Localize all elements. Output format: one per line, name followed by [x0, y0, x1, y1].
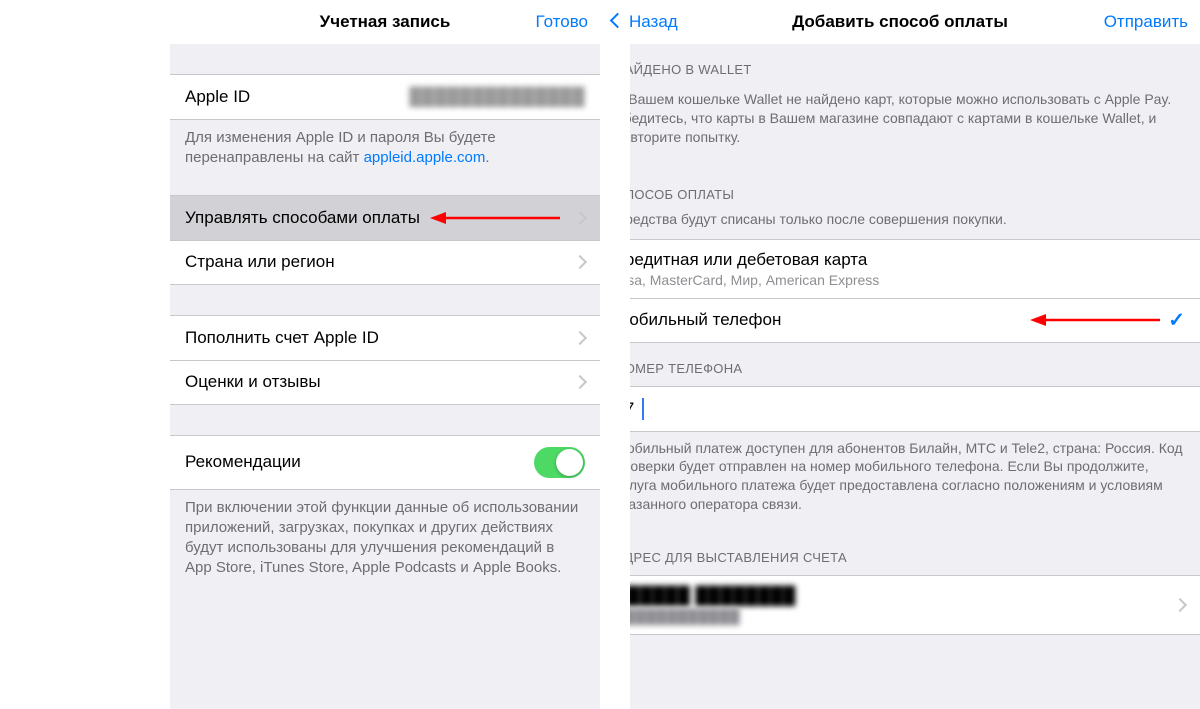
nav-back-button[interactable]: Назад [612, 12, 678, 32]
wallet-header: НАЙДЕНО В WALLET [600, 44, 1200, 83]
card-option-cell[interactable]: Кредитная или дебетовая карта Visa, Mast… [600, 240, 1200, 298]
ratings-reviews-label: Оценки и отзывы [185, 372, 321, 392]
method-header: СПОСОБ ОПЛАТЫ [600, 169, 1200, 208]
phone-input[interactable] [644, 399, 1185, 419]
wallet-body: В Вашем кошельке Wallet не найдено карт,… [600, 83, 1200, 147]
phone-input-cell[interactable]: +7 [600, 387, 1200, 431]
card-option-label: Кредитная или дебетовая карта [615, 250, 1185, 270]
phone-footer: Мобильный платеж доступен для абонентов … [600, 432, 1200, 515]
annotation-arrow-icon [430, 210, 560, 226]
nav-bar: Назад Добавить способ оплаты Отправить [600, 0, 1200, 44]
chevron-right-icon [575, 377, 585, 387]
chevron-left-icon [612, 12, 627, 32]
annotation-arrow-icon [1030, 312, 1160, 328]
add-payment-screen: Назад Добавить способ оплаты Отправить Н… [600, 0, 1200, 709]
mobile-option-label: Мобильный телефон [615, 310, 781, 330]
screenshots-gap [600, 0, 630, 709]
country-region-label: Страна или регион [185, 252, 335, 272]
manage-payments-cell[interactable]: Управлять способами оплаты [170, 196, 600, 240]
recommendations-toggle[interactable] [534, 447, 585, 478]
recommendations-label: Рекомендации [185, 452, 301, 472]
apple-id-value: ██████████████ [409, 87, 585, 107]
account-screen: Учетная запись Готово Apple ID █████████… [0, 0, 600, 709]
country-region-cell[interactable]: Страна или регион [170, 240, 600, 284]
add-funds-cell[interactable]: Пополнить счет Apple ID [170, 316, 600, 360]
apple-id-label: Apple ID [185, 87, 250, 107]
mobile-option-cell[interactable]: Мобильный телефон ✓ [600, 298, 1200, 342]
recommendations-footer: При включении этой функции данные об исп… [170, 490, 600, 599]
checkmark-icon: ✓ [1168, 308, 1185, 333]
nav-bar: Учетная запись Готово [170, 0, 600, 44]
manage-payments-label: Управлять способами оплаты [185, 208, 420, 228]
card-option-sublabel: Visa, MasterCard, Мир, American Express [615, 272, 1185, 288]
billing-line2: ████████████ [615, 608, 1185, 624]
chevron-right-icon [575, 213, 585, 223]
phone-header: НОМЕР ТЕЛЕФОНА [600, 343, 1200, 382]
apple-id-link[interactable]: appleid.apple.com [364, 149, 486, 166]
ratings-reviews-cell[interactable]: Оценки и отзывы [170, 360, 600, 404]
recommendations-cell: Рекомендации [170, 436, 600, 489]
billing-header: АДРЕС ДЛЯ ВЫСТАВЛЕНИЯ СЧЕТА [600, 532, 1200, 571]
billing-line1: ██████ ████████ [615, 586, 1185, 606]
chevron-right-icon [575, 257, 585, 267]
add-funds-label: Пополнить счет Apple ID [185, 328, 379, 348]
chevron-right-icon [575, 333, 585, 343]
method-subheader: Средства будут списаны только после сове… [600, 208, 1200, 229]
apple-id-cell[interactable]: Apple ID ██████████████ [170, 75, 600, 119]
account-scroll[interactable]: Apple ID ██████████████ Для изменения Ap… [170, 44, 600, 709]
payment-scroll[interactable]: НАЙДЕНО В WALLET В Вашем кошельке Wallet… [600, 44, 1200, 709]
apple-id-footer: Для изменения Apple ID и пароля Вы будет… [170, 120, 600, 169]
nav-done-button[interactable]: Готово [536, 12, 589, 32]
chevron-right-icon [1175, 600, 1185, 610]
billing-address-cell[interactable]: ██████ ████████ ████████████ [600, 576, 1200, 634]
nav-send-button[interactable]: Отправить [1104, 12, 1188, 32]
